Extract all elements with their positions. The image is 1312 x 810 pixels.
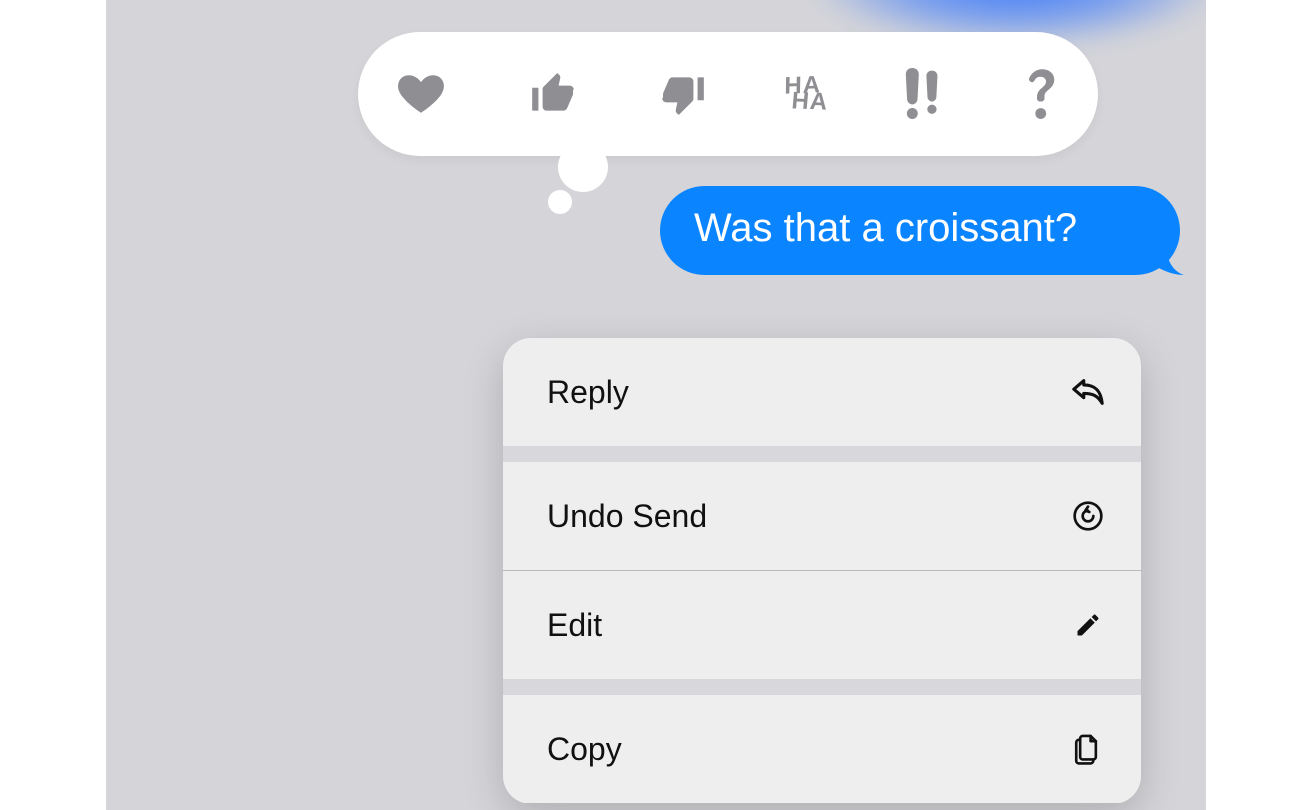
- menu-separator: [503, 803, 1141, 804]
- tapback-bar: HA HA: [358, 32, 1098, 156]
- edit-icon: [1071, 608, 1105, 642]
- menu-item-label: Reply: [547, 374, 629, 411]
- haha-icon: HA HA: [787, 76, 826, 112]
- messages-screen: HA HA Was that a croissant?: [106, 0, 1206, 810]
- tapback-exclaim[interactable]: [904, 64, 944, 124]
- reply-icon: [1071, 375, 1105, 409]
- tapback-haha[interactable]: HA HA: [788, 64, 825, 124]
- thumbs-up-icon: [528, 69, 578, 119]
- tapback-heart[interactable]: [394, 64, 448, 124]
- menu-item-copy[interactable]: Copy: [503, 695, 1141, 803]
- tapback-question[interactable]: [1024, 64, 1062, 124]
- menu-item-undo-send[interactable]: Undo Send: [503, 462, 1141, 570]
- menu-item-label: Undo Send: [547, 498, 707, 535]
- tapback-tail-dot-small: [548, 190, 572, 214]
- heart-icon: [394, 69, 448, 119]
- tapback-tail-dot-large: [558, 142, 608, 192]
- sent-message-bubble[interactable]: Was that a croissant?: [660, 186, 1180, 275]
- menu-section-gap: [503, 679, 1141, 695]
- menu-section-gap: [503, 446, 1141, 462]
- question-icon: [1024, 67, 1062, 121]
- message-text: Was that a croissant?: [694, 206, 1077, 250]
- menu-item-edit[interactable]: Edit: [503, 571, 1141, 679]
- copy-icon: [1071, 732, 1105, 766]
- bubble-tail-icon: [1144, 237, 1184, 277]
- menu-item-reply[interactable]: Reply: [503, 338, 1141, 446]
- exclaim-icon: [904, 68, 944, 120]
- tapback-thumbs-down[interactable]: [658, 64, 708, 124]
- thumbs-down-icon: [658, 69, 708, 119]
- menu-item-label: Copy: [547, 731, 622, 768]
- tapback-thumbs-up[interactable]: [528, 64, 578, 124]
- undo-send-icon: [1071, 499, 1105, 533]
- menu-item-label: Edit: [547, 607, 602, 644]
- message-context-menu: Reply Undo Send Edit: [503, 338, 1141, 804]
